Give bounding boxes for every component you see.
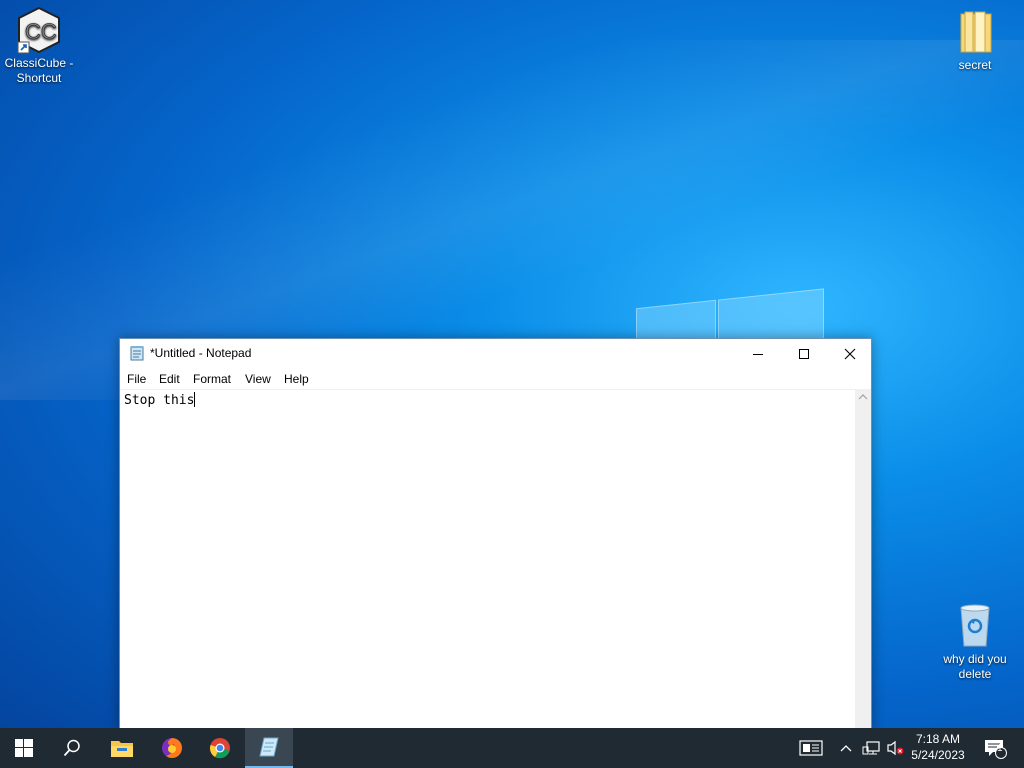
notification-icon [985, 740, 1007, 759]
scroll-up-arrow-icon[interactable] [858, 393, 868, 401]
chrome-icon [210, 738, 230, 759]
search-icon [63, 739, 80, 757]
taskbar-chrome[interactable] [196, 728, 244, 768]
notification-count-badge: 1 [997, 743, 1003, 754]
desktop-icon-label: secret [958, 58, 992, 72]
clock-time: 7:18 AM [915, 732, 961, 746]
taskbar-notepad[interactable] [245, 728, 293, 768]
news-and-interests-button[interactable] [794, 728, 828, 768]
wallpaper-windows-logo [636, 288, 826, 350]
news-icon [799, 740, 823, 756]
taskbar-file-explorer[interactable] [98, 728, 146, 768]
show-hidden-icons-button[interactable] [836, 728, 856, 768]
editor-text-line: Stop this [124, 392, 196, 408]
network-icon [862, 741, 880, 755]
editor-content: Stop this [124, 393, 195, 408]
file-explorer-icon [111, 741, 133, 757]
classicube-shortcut-icon: CC [15, 6, 63, 54]
vertical-scrollbar[interactable] [855, 389, 871, 731]
close-button[interactable] [827, 339, 873, 369]
firefox-icon [162, 738, 182, 758]
start-icon [15, 739, 33, 757]
text-caret [194, 392, 196, 407]
text-editor-area[interactable]: Stop this [120, 389, 856, 732]
notepad-window[interactable]: *Untitled - Notepad File Edit Format Vie… [119, 338, 872, 732]
taskbar: 7:18 AM 5/24/2023 1 [0, 728, 1024, 768]
desktop-icon-label: why did you delete [943, 652, 1007, 681]
maximize-icon [799, 349, 809, 359]
svg-text:CC: CC [25, 19, 57, 44]
title-bar[interactable]: *Untitled - Notepad [120, 339, 871, 369]
maximize-button[interactable] [781, 339, 827, 369]
taskbar-clock[interactable]: 7:18 AM 5/24/2023 [906, 731, 970, 763]
folder-icon [951, 8, 999, 56]
menu-help[interactable]: Help [284, 372, 309, 386]
recycle-bin-icon [951, 602, 999, 650]
menu-format[interactable]: Format [193, 372, 231, 386]
notepad-icon [129, 345, 145, 361]
network-status-button[interactable] [860, 728, 882, 768]
minimize-button[interactable] [735, 339, 781, 369]
desktop-icon-secret-folder[interactable]: secret [936, 8, 1014, 73]
search-button[interactable] [48, 728, 96, 768]
close-icon [844, 348, 856, 360]
menu-view[interactable]: View [245, 372, 271, 386]
volume-button[interactable] [884, 728, 906, 768]
volume-muted-icon [887, 740, 904, 756]
chevron-up-icon [840, 745, 852, 752]
clock-date: 5/24/2023 [911, 748, 965, 762]
minimize-icon [753, 354, 763, 355]
desktop-icon-recycle-bin[interactable]: why did you delete [936, 602, 1014, 682]
menu-file[interactable]: File [127, 372, 146, 386]
desktop-icon-classicube[interactable]: CC ClassiCube - Shortcut [0, 6, 78, 86]
action-center-button[interactable]: 1 [978, 728, 1012, 768]
notepad-icon [259, 737, 279, 757]
menu-edit[interactable]: Edit [159, 372, 180, 386]
window-title: *Untitled - Notepad [150, 346, 252, 360]
desktop-icon-label: ClassiCube - Shortcut [4, 56, 74, 85]
start-button[interactable] [0, 728, 48, 768]
taskbar-firefox[interactable] [148, 728, 196, 768]
menu-bar: File Edit Format View Help [120, 369, 871, 389]
